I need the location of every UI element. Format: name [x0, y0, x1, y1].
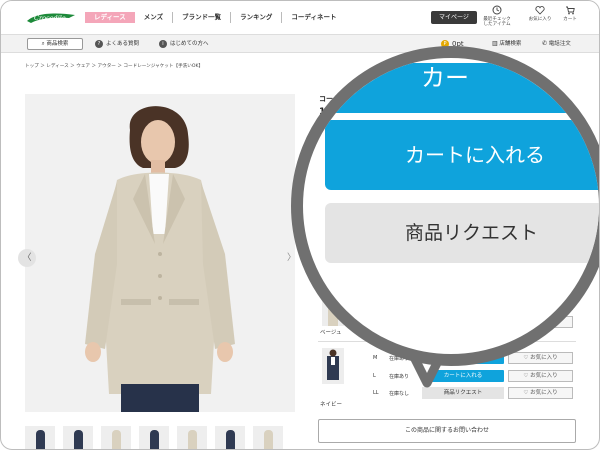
thumbnail[interactable]	[215, 426, 245, 449]
thumbnail[interactable]	[139, 426, 169, 449]
favorite-label: お気に入り	[530, 319, 558, 325]
product-search-label: 商品検索	[46, 41, 69, 47]
product-request-button[interactable]: 商品リクエスト	[422, 387, 504, 399]
swatch-image-navy[interactable]	[322, 348, 344, 384]
nav-brands[interactable]: ブランド一覧	[173, 12, 232, 23]
nav-ladies[interactable]: レディース	[85, 12, 135, 23]
phone-order-link[interactable]: ✆ 電話注文	[542, 39, 571, 49]
add-to-cart-button[interactable]: カートに入れる	[422, 370, 504, 382]
model-illustration	[25, 94, 295, 412]
first-time-label: はじめての方へ	[170, 41, 209, 47]
crocodile-logo[interactable]: Crocodile	[25, 10, 77, 26]
color-name-navy: ネイビー	[320, 402, 343, 408]
heart-icon	[535, 6, 545, 15]
favorite-button[interactable]: ♡ お気に入り	[508, 387, 573, 399]
nav-ranking[interactable]: ランキング	[231, 12, 283, 23]
product-search-button[interactable]: ⌕ 商品検索	[27, 38, 83, 50]
page-frame: Crocodile レディース メンズ ブランド一覧 ランキング コーディネート…	[0, 0, 600, 450]
points-value: 0pt	[452, 40, 464, 48]
favorite-button[interactable]: ♡ お気に入り	[508, 298, 573, 310]
size-row: M 在庫あり カートに入れる ♡ お気に入り	[373, 352, 573, 364]
zoomed-request-button: 商品リクエスト	[325, 203, 599, 263]
thumbnail-strip	[25, 426, 283, 449]
store-search-label: 店舗検索	[499, 41, 522, 47]
stock-status: 在庫あり	[389, 356, 410, 362]
favorite-button[interactable]: ♡ お気に入り	[508, 316, 573, 328]
beige-jacket-thumb	[322, 296, 344, 326]
first-time-link[interactable]: i はじめての方へ	[159, 39, 209, 49]
site-header: Crocodile レディース メンズ ブランド一覧 ランキング コーディネート…	[1, 1, 599, 35]
favorite-label: お気に入り	[530, 283, 558, 289]
thumbnail[interactable]	[25, 426, 55, 449]
recently-viewed-label-2: したアイテム	[483, 22, 511, 27]
recently-viewed-link[interactable]: 最近チェック したアイテム	[482, 5, 512, 27]
nav-mens[interactable]: メンズ	[135, 12, 174, 23]
size-label: LL	[373, 390, 379, 396]
color-name-beige: ベージュ	[320, 330, 342, 336]
size-row: ♡ お気に入り	[373, 298, 573, 310]
cart-label: カート	[563, 17, 577, 22]
color-block-navy: ネイビー M 在庫あり カートに入れる ♡ お気に入り L 在庫あり カートに入…	[318, 341, 576, 411]
size-row: ♡ お気に入り	[373, 316, 573, 328]
thumbnail[interactable]	[253, 426, 283, 449]
favorite-label: お気に入り	[530, 355, 558, 361]
size-guide-link[interactable]: ZE	[550, 258, 557, 264]
faq-link[interactable]: ? よくある質問	[95, 39, 139, 49]
favorite-label: お気に入り	[530, 390, 558, 396]
size-label: M	[373, 355, 378, 361]
faq-label: よくある質問	[106, 41, 140, 47]
image-prev-button[interactable]: 〈	[18, 249, 36, 267]
store-search-link[interactable]: ▥ 店舗検索	[492, 39, 521, 49]
product-price: 13	[319, 107, 332, 117]
favorites-label: お気に入り	[528, 17, 552, 22]
size-label: L	[373, 373, 376, 379]
zoomed-cart-button-top: カー	[325, 63, 599, 113]
size-row: ♡ お気に入り	[373, 280, 573, 292]
phone-order-label: 電話注文	[548, 41, 571, 47]
svg-text:Crocodile: Crocodile	[34, 14, 66, 22]
history-icon	[492, 5, 502, 15]
product-main-image[interactable]	[25, 94, 295, 412]
favorite-button[interactable]: ♡ お気に入り	[508, 352, 573, 364]
thumbnail[interactable]	[63, 426, 93, 449]
thumbnail[interactable]	[177, 426, 207, 449]
product-inquiry-button[interactable]: この商品に関するお問い合わせ	[318, 419, 576, 443]
phone-icon: ✆	[542, 40, 548, 47]
favorite-label: お気に入り	[530, 373, 558, 379]
favorite-label: お気に入り	[530, 301, 558, 307]
favorites-link[interactable]: お気に入り	[525, 5, 555, 22]
zoomed-cart-button: カートに入れる	[325, 120, 599, 190]
question-icon: ?	[95, 39, 103, 48]
thumbnail[interactable]	[101, 426, 131, 449]
cart-icon	[566, 6, 575, 15]
search-icon: ⌕	[41, 41, 45, 47]
size-row: L 在庫あり カートに入れる ♡ お気に入り	[373, 370, 573, 382]
image-next-button[interactable]: 〉	[287, 249, 297, 267]
store-icon: ▥	[492, 40, 498, 47]
swatch-image-beige[interactable]	[322, 296, 344, 326]
mypage-button[interactable]: マイページ	[431, 11, 477, 24]
size-row: LL 在庫なし 商品リクエスト ♡ お気に入り	[373, 387, 573, 399]
stock-status: 在庫なし	[389, 391, 410, 397]
cart-link[interactable]: カート	[555, 5, 585, 22]
add-to-cart-button[interactable]: カートに入れる	[422, 352, 504, 364]
points-display[interactable]: P 0pt	[441, 39, 464, 49]
main-nav: レディース メンズ ブランド一覧 ランキング コーディネート	[85, 12, 345, 23]
breadcrumb[interactable]: トップ ＞ レディース ＞ ウェア ＞ アウター ＞ コードレーンジャケット【手…	[25, 63, 203, 69]
sub-bar: ⌕ 商品検索 ? よくある質問 i はじめての方へ P 0pt ▥ 店舗検索 ✆ 電話…	[1, 35, 599, 53]
stock-status: 在庫あり	[389, 374, 410, 380]
help-icon[interactable]: ?	[566, 257, 575, 266]
color-block-beige: ベージュ ♡ お気に入り ♡ お気に入り ♡ お気に入り	[318, 269, 576, 339]
nav-coordinate[interactable]: コーディネート	[282, 12, 345, 23]
favorite-button[interactable]: ♡ お気に入り	[508, 280, 573, 292]
product-title: コードレ	[319, 95, 347, 103]
navy-jacket-thumb	[322, 348, 344, 384]
info-icon: i	[159, 39, 167, 48]
point-coin-icon: P	[441, 40, 449, 48]
favorite-button[interactable]: ♡ お気に入り	[508, 370, 573, 382]
